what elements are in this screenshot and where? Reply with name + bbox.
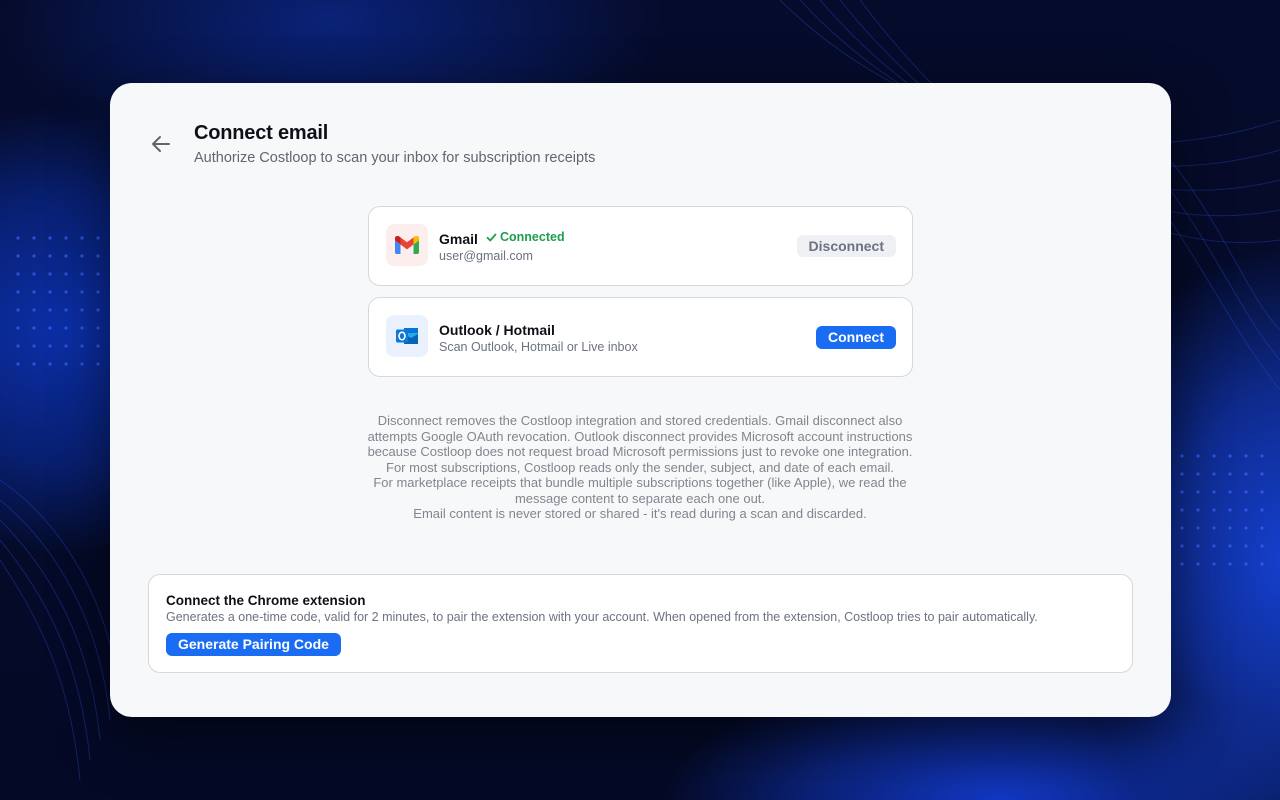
page-subtitle: Authorize Costloop to scan your inbox fo… — [194, 150, 596, 166]
connected-account-email: user@gmail.com — [439, 249, 533, 263]
generate-pairing-code-button[interactable]: Generate Pairing Code — [166, 633, 341, 656]
extension-title: Connect the Chrome extension — [166, 593, 366, 608]
status-label: Connected — [500, 230, 565, 244]
disconnect-button[interactable]: Disconnect — [796, 235, 896, 257]
provider-name: Gmail — [439, 231, 478, 247]
disclaimer-line: For marketplace receipts that bundle mul… — [373, 475, 907, 506]
chrome-extension-panel: Connect the Chrome extension Generates a… — [148, 574, 1133, 673]
back-button[interactable] — [148, 131, 174, 157]
provider-description: Scan Outlook, Hotmail or Live inbox — [439, 340, 638, 354]
disclaimer-line: For most subscriptions, Costloop reads o… — [386, 459, 894, 475]
privacy-disclaimer: Disconnect removes the Costloop integrat… — [360, 413, 920, 522]
page-title: Connect email — [194, 122, 329, 144]
outlook-icon — [386, 315, 428, 357]
connect-email-card: Connect email Authorize Costloop to scan… — [110, 83, 1171, 717]
extension-description: Generates a one-time code, valid for 2 m… — [166, 610, 1038, 624]
provider-name: Outlook / Hotmail — [439, 322, 555, 338]
disclaimer-line: Disconnect removes the Costloop integrat… — [367, 413, 913, 459]
provider-card-gmail: Gmail Connected user@gmail.com Disconnec… — [368, 206, 913, 286]
connect-button[interactable]: Connect — [816, 326, 896, 349]
disclaimer-line: Email content is never stored or shared … — [413, 506, 867, 521]
provider-card-outlook: Outlook / Hotmail Scan Outlook, Hotmail … — [368, 297, 913, 377]
arrow-left-icon — [152, 136, 170, 152]
checkmark-icon — [486, 233, 497, 241]
gmail-icon — [386, 224, 428, 266]
status-badge: Connected — [486, 230, 565, 244]
